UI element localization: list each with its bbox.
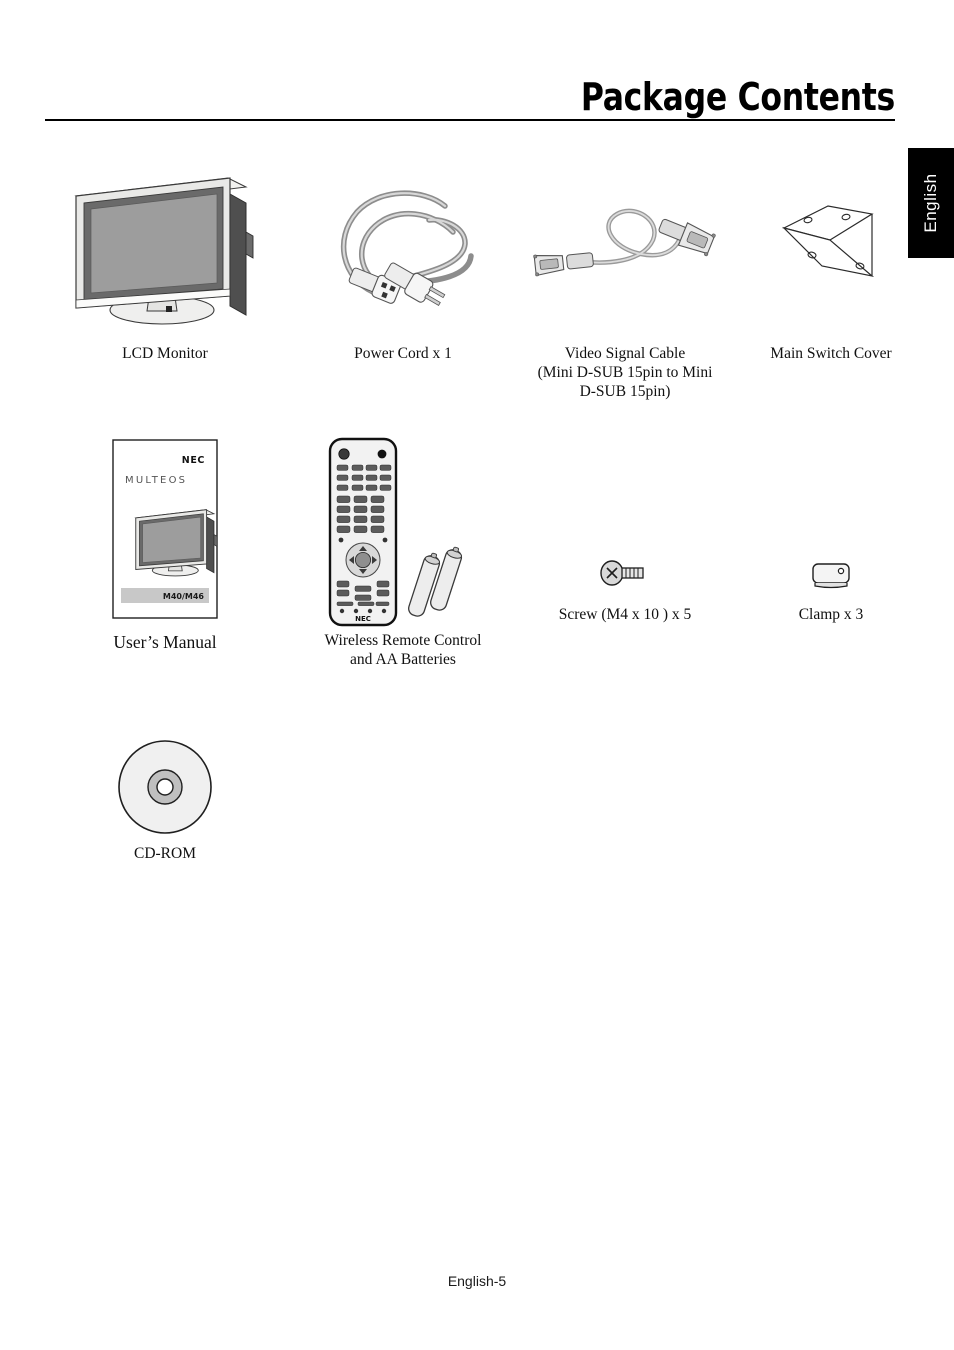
item-caption: Wireless Remote Control and AA Batteries: [324, 632, 482, 668]
page-footer: English-5: [447, 1273, 507, 1289]
users-manual-illustration: NEC MULTEOS M40/M46: [46, 436, 284, 632]
item-caption: Clamp x 3: [798, 606, 864, 623]
svg-text:M40/M46: M40/M46: [163, 592, 205, 601]
package-item-screw: Screw (M4 x 10 ) x 5: [506, 556, 744, 625]
video-signal-cable-illustration: [506, 170, 744, 345]
svg-text:NEC: NEC: [355, 615, 371, 623]
power-cord-illustration: [284, 170, 522, 345]
svg-text:NEC: NEC: [182, 455, 205, 466]
lcd-monitor-illustration: [46, 170, 284, 345]
contents-row-3: CD-ROM: [46, 735, 906, 915]
clamp-illustration: [718, 556, 944, 606]
package-item-power-cord: Power Cord x 1: [284, 170, 522, 364]
package-item-main-switch-cover: Main Switch Cover: [718, 170, 944, 364]
package-item-users-manual: NEC MULTEOS M40/M46 User’s Manual: [46, 436, 284, 653]
package-item-lcd-monitor: LCD Monitor: [46, 170, 284, 364]
package-contents-grid: LCD Monitor Power Cord x 1 Video Signal …: [46, 170, 906, 915]
item-caption: User’s Manual: [113, 632, 217, 652]
item-caption: Power Cord x 1: [354, 345, 452, 362]
title-underline-rule: [45, 119, 895, 121]
contents-row-1: LCD Monitor Power Cord x 1 Video Signal …: [46, 170, 906, 400]
page-title: Package Contents: [580, 75, 895, 119]
package-item-video-signal-cable: Video Signal Cable (Mini D-SUB 15pin to …: [506, 170, 744, 402]
item-caption: Video Signal Cable (Mini D-SUB 15pin to …: [537, 345, 713, 400]
package-item-cd-rom: CD-ROM: [46, 735, 284, 864]
contents-row-2: NEC MULTEOS M40/M46 User’s Manual NEC Wi…: [46, 436, 906, 671]
item-caption: LCD Monitor: [122, 345, 208, 362]
package-item-clamp: Clamp x 3: [718, 556, 944, 625]
item-caption: Screw (M4 x 10 ) x 5: [558, 606, 692, 623]
package-item-wireless-remote-control: NEC Wireless Remote Control and AA Batte…: [284, 436, 522, 670]
main-switch-cover-illustration: [718, 170, 944, 345]
item-caption: Main Switch Cover: [770, 345, 892, 362]
screw-illustration: [506, 556, 744, 606]
item-caption: CD-ROM: [133, 845, 196, 862]
svg-text:MULTEOS: MULTEOS: [125, 475, 187, 486]
remote-control-illustration: NEC: [284, 436, 522, 632]
cd-rom-illustration: [46, 735, 284, 845]
